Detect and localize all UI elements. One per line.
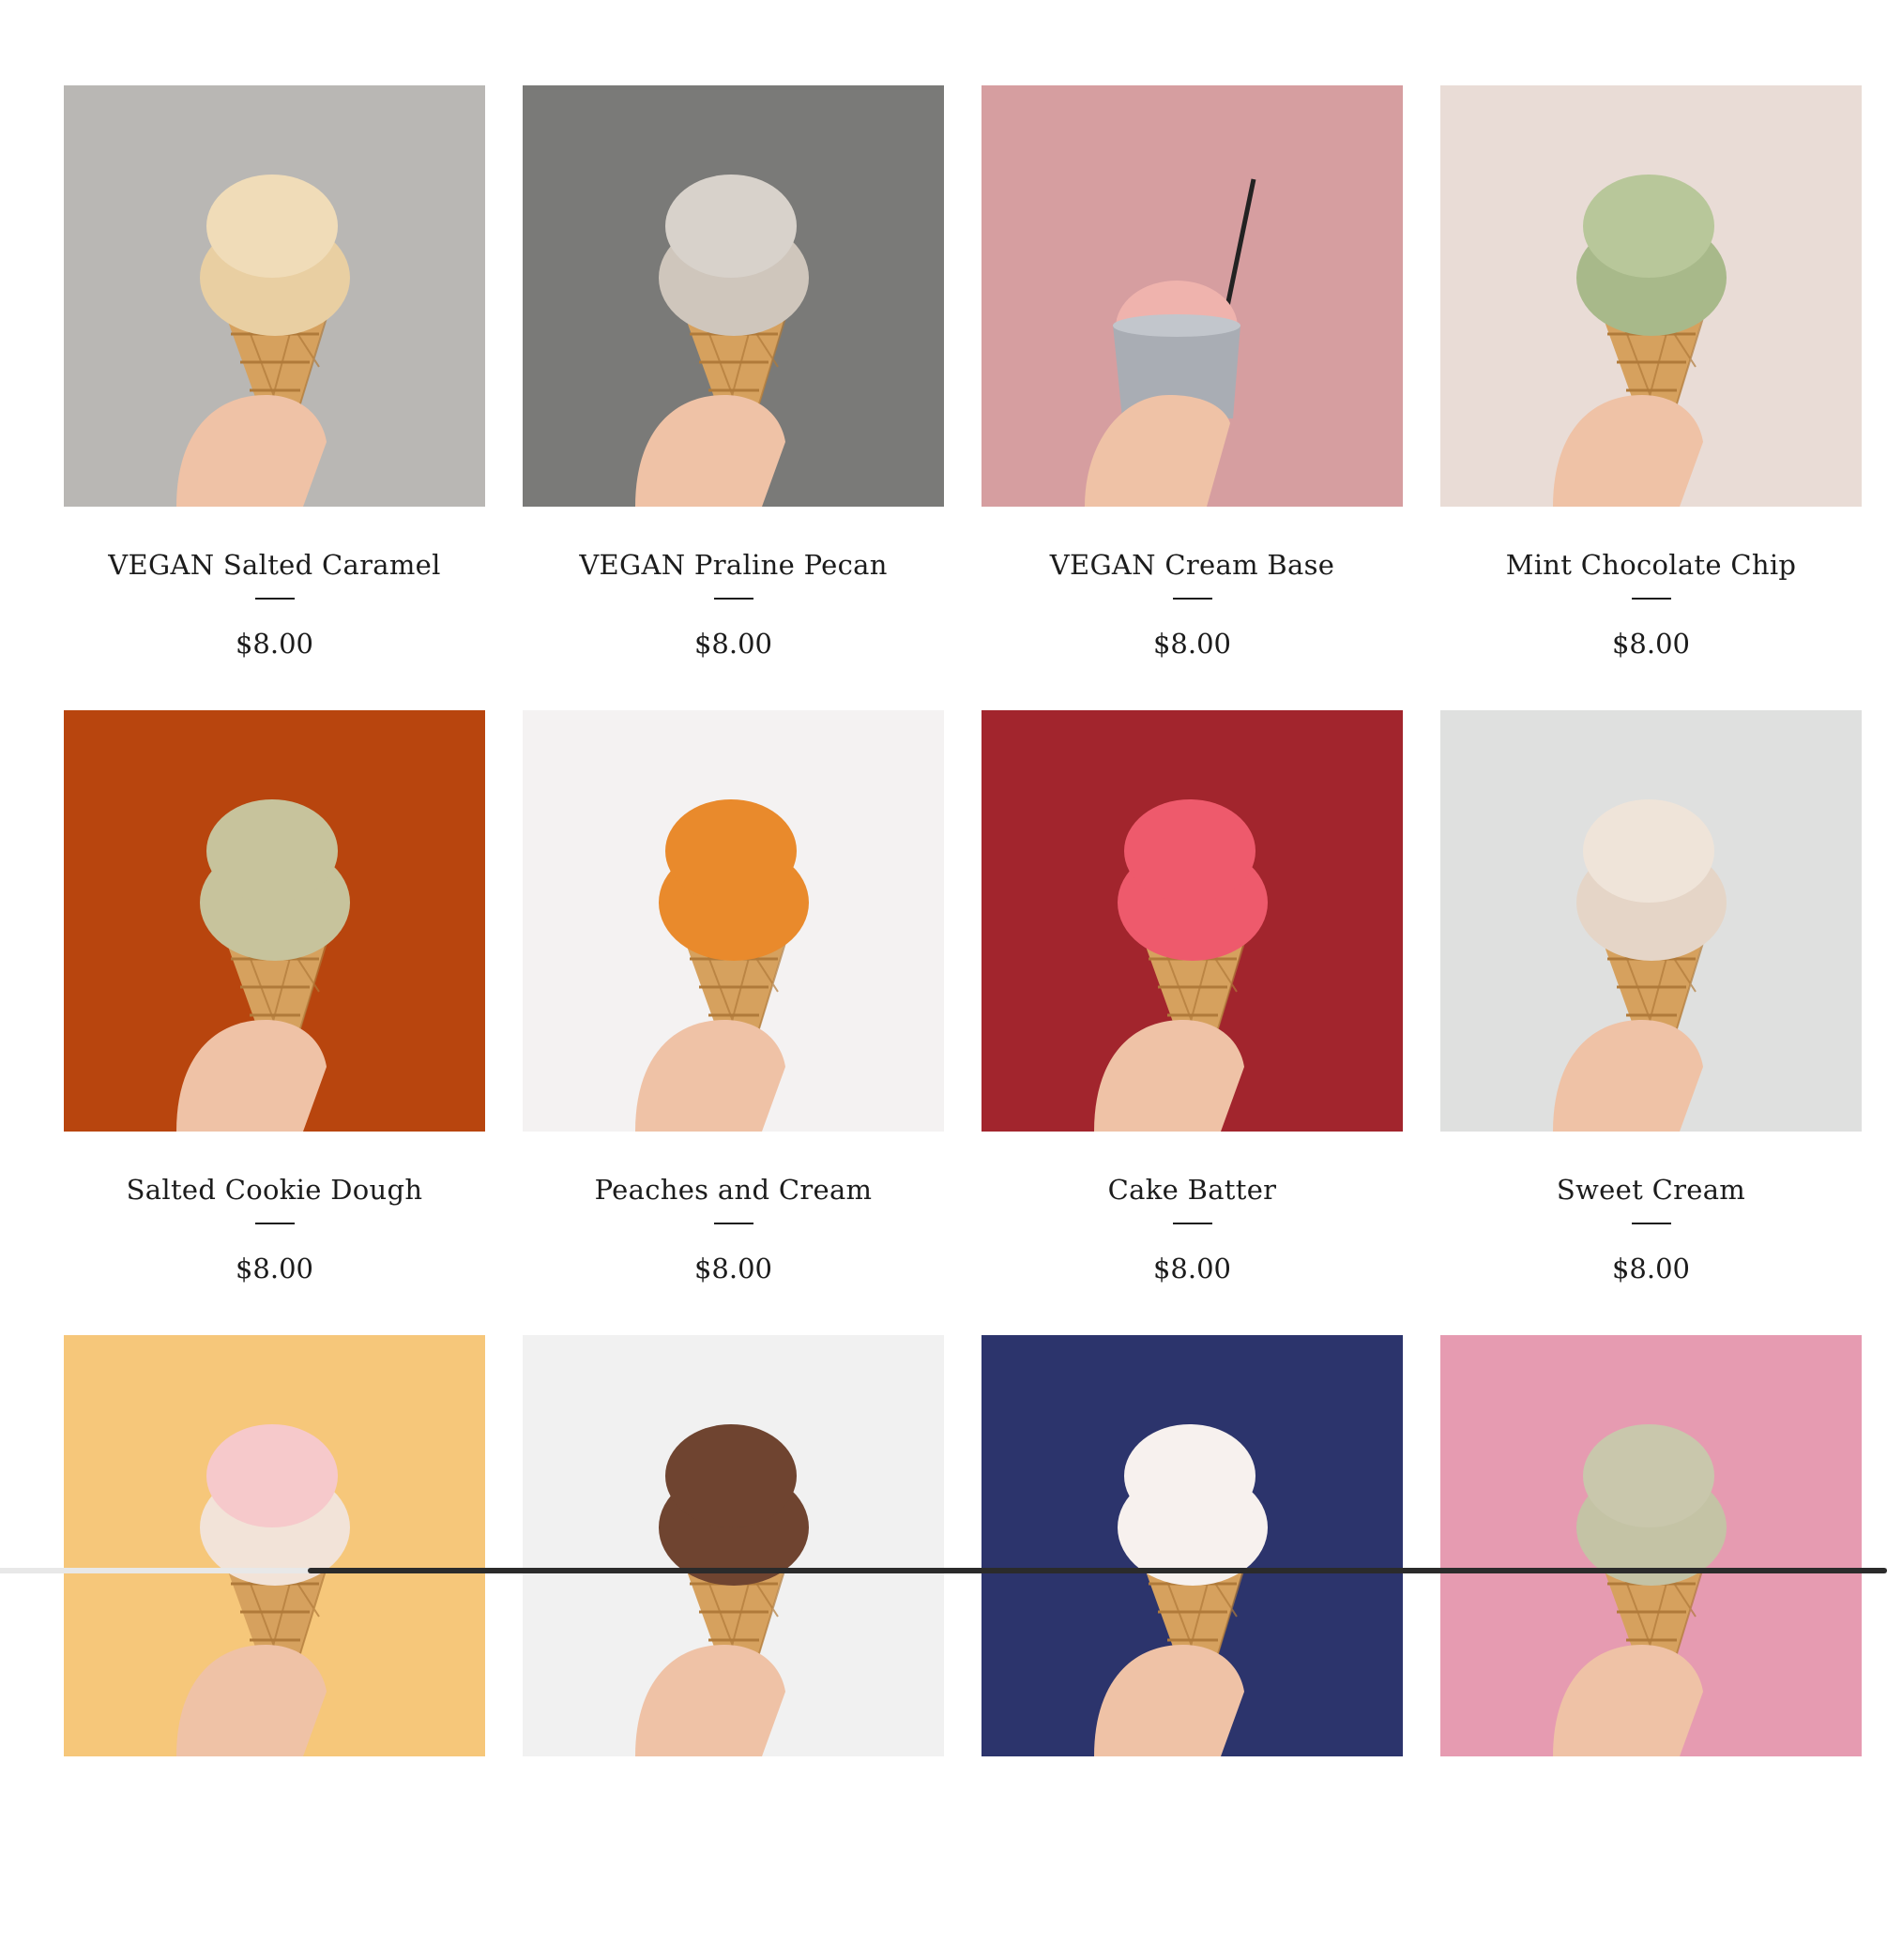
product-price: $8.00 bbox=[693, 628, 773, 660]
product-price: $8.00 bbox=[693, 1253, 773, 1284]
product-title[interactable]: Sweet Cream bbox=[1440, 1172, 1862, 1208]
horizontal-scrollbar-thumb[interactable] bbox=[308, 1568, 1887, 1573]
product-price: $8.00 bbox=[1152, 1253, 1232, 1284]
title-divider bbox=[1631, 598, 1671, 600]
title-divider bbox=[713, 598, 753, 600]
title-divider bbox=[713, 1223, 753, 1224]
product-card[interactable]: Salted Cookie Dough $8.00 bbox=[64, 710, 485, 1335]
product-price: $8.00 bbox=[1611, 1253, 1691, 1284]
product-card[interactable] bbox=[523, 1335, 944, 1960]
product-image[interactable] bbox=[982, 85, 1403, 507]
product-price: $8.00 bbox=[235, 1253, 314, 1284]
product-grid: VEGAN Salted Caramel $8.00 VEGAN Praline … bbox=[64, 85, 1862, 1960]
product-card[interactable]: Mint Chocolate Chip $8.00 bbox=[1440, 85, 1862, 710]
product-image[interactable] bbox=[64, 710, 485, 1132]
title-divider bbox=[1172, 598, 1212, 600]
product-card[interactable] bbox=[1440, 1335, 1862, 1960]
ice-cream-cone-icon bbox=[1440, 710, 1862, 1132]
title-divider bbox=[254, 598, 295, 600]
product-title[interactable]: VEGAN Salted Caramel bbox=[64, 547, 485, 583]
ice-cream-cone-icon bbox=[523, 85, 944, 507]
product-card[interactable]: VEGAN Salted Caramel $8.00 bbox=[64, 85, 485, 710]
product-image[interactable] bbox=[64, 1335, 485, 1756]
product-card[interactable]: Peaches and Cream $8.00 bbox=[523, 710, 944, 1335]
product-title[interactable]: Cake Batter bbox=[982, 1172, 1403, 1208]
product-image[interactable] bbox=[1440, 85, 1862, 507]
product-image[interactable] bbox=[982, 710, 1403, 1132]
ice-cream-cone-icon bbox=[523, 1335, 944, 1756]
title-divider bbox=[1172, 1223, 1212, 1224]
product-card[interactable] bbox=[64, 1335, 485, 1960]
product-card[interactable]: Cake Batter $8.00 bbox=[982, 710, 1403, 1335]
product-title[interactable]: Peaches and Cream bbox=[523, 1172, 944, 1208]
product-price: $8.00 bbox=[235, 628, 314, 660]
product-image[interactable] bbox=[523, 710, 944, 1132]
product-card[interactable]: Sweet Cream $8.00 bbox=[1440, 710, 1862, 1335]
ice-cream-cone-icon bbox=[64, 1335, 485, 1756]
product-title[interactable]: VEGAN Praline Pecan bbox=[523, 547, 944, 583]
product-title[interactable]: Salted Cookie Dough bbox=[64, 1172, 485, 1208]
ice-cream-cone-icon bbox=[1440, 85, 1862, 507]
ice-cream-cone-icon bbox=[64, 710, 485, 1132]
product-image[interactable] bbox=[523, 85, 944, 507]
ice-cream-cone-icon bbox=[64, 85, 485, 507]
ice-cream-cone-icon bbox=[982, 1335, 1403, 1756]
ice-cream-cone-icon bbox=[1440, 1335, 1862, 1756]
product-image[interactable] bbox=[1440, 1335, 1862, 1756]
product-card[interactable]: VEGAN Praline Pecan $8.00 bbox=[523, 85, 944, 710]
title-divider bbox=[1631, 1223, 1671, 1224]
product-image[interactable] bbox=[982, 1335, 1403, 1756]
product-image[interactable] bbox=[523, 1335, 944, 1756]
product-price: $8.00 bbox=[1611, 628, 1691, 660]
ice-cream-cone-icon bbox=[982, 710, 1403, 1132]
product-card[interactable] bbox=[982, 1335, 1403, 1960]
product-title[interactable]: VEGAN Cream Base bbox=[982, 547, 1403, 583]
product-image[interactable] bbox=[64, 85, 485, 507]
ice-cream-cone-icon bbox=[523, 710, 944, 1132]
ice-cream-cup-icon bbox=[982, 85, 1403, 507]
product-card[interactable]: VEGAN Cream Base $8.00 bbox=[982, 85, 1403, 710]
title-divider bbox=[254, 1223, 295, 1224]
product-title[interactable]: Mint Chocolate Chip bbox=[1440, 547, 1862, 583]
product-price: $8.00 bbox=[1152, 628, 1232, 660]
product-image[interactable] bbox=[1440, 710, 1862, 1132]
